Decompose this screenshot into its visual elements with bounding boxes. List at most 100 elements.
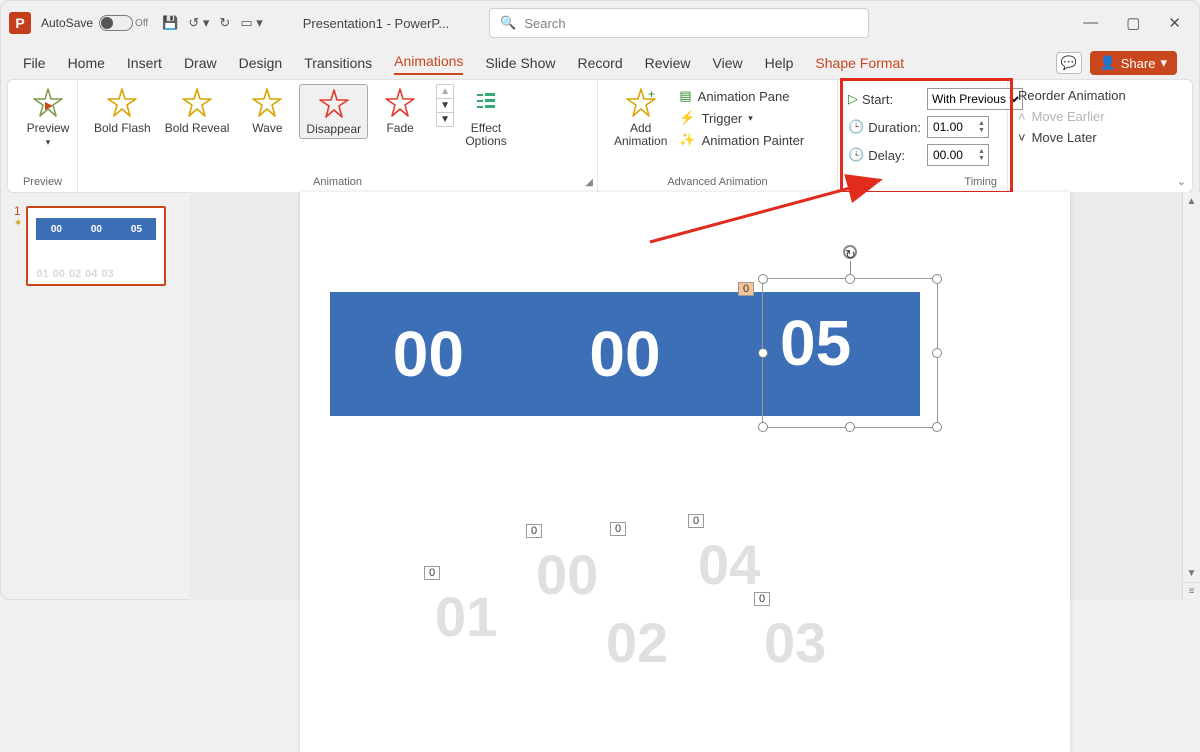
animation-star-icon: ✶ bbox=[14, 218, 22, 229]
effect-disappear[interactable]: Disappear bbox=[299, 84, 368, 139]
effect-bold-reveal[interactable]: Bold Reveal bbox=[159, 84, 236, 139]
tab-transitions[interactable]: Transitions bbox=[304, 55, 372, 75]
duration-input[interactable]: ▲▼ bbox=[927, 116, 989, 138]
gallery-up-icon[interactable]: ▲ bbox=[437, 85, 453, 99]
animation-pane-button[interactable]: ▤Animation Pane bbox=[679, 88, 804, 104]
tab-record[interactable]: Record bbox=[577, 55, 622, 75]
ghost-number[interactable]: 03 bbox=[764, 610, 826, 675]
slideshow-icon[interactable]: ▭ ▾ bbox=[240, 15, 262, 31]
animation-pane-icon: ▤ bbox=[679, 88, 691, 104]
slide-thumbnail[interactable]: 000005 0100020403 bbox=[26, 206, 166, 286]
tab-file[interactable]: File bbox=[23, 55, 46, 75]
autosave-toggle[interactable]: AutoSave Off bbox=[41, 15, 148, 31]
spin-down-icon[interactable]: ▼ bbox=[978, 127, 985, 134]
resize-handle[interactable] bbox=[845, 422, 855, 432]
animation-painter-button[interactable]: ✨Animation Painter bbox=[679, 132, 804, 148]
timer-hours: 00 bbox=[393, 317, 464, 391]
window-controls: — ▢ ✕ bbox=[1083, 14, 1191, 32]
reorder-label: Reorder Animation bbox=[1018, 88, 1126, 103]
resize-handle[interactable] bbox=[758, 348, 768, 358]
group-label-preview: Preview bbox=[18, 176, 67, 190]
star-icon bbox=[317, 87, 351, 121]
scroll-up-icon[interactable]: ▲ bbox=[1183, 192, 1200, 210]
search-box[interactable]: 🔍 Search bbox=[489, 8, 869, 38]
preview-icon bbox=[31, 86, 65, 120]
slide-canvas-area[interactable]: 00 00 05 ↻ 05 0 01 000 00204 003 00 bbox=[190, 192, 1200, 600]
move-earlier-button[interactable]: ˄Move Earlier bbox=[1018, 109, 1126, 124]
resize-handle[interactable] bbox=[845, 274, 855, 284]
move-later-button[interactable]: ˅Move Later bbox=[1018, 130, 1126, 145]
delay-input[interactable]: ▲▼ bbox=[927, 144, 989, 166]
search-placeholder: Search bbox=[524, 16, 565, 31]
tab-animations[interactable]: Animations bbox=[394, 53, 463, 75]
effect-wave[interactable]: Wave bbox=[237, 84, 297, 139]
ribbon: Preview ▾ Preview Bold FlashBold RevealW… bbox=[7, 79, 1193, 193]
comments-button[interactable]: 💬 bbox=[1056, 52, 1082, 74]
tab-insert[interactable]: Insert bbox=[127, 55, 162, 75]
title-bar: P AutoSave Off 💾 ↺ ▾ ↻ ▭ ▾ Presentation1… bbox=[1, 1, 1199, 45]
resize-handle[interactable] bbox=[932, 422, 942, 432]
save-icon[interactable]: 💾 bbox=[162, 15, 178, 31]
redo-icon[interactable]: ↻ bbox=[219, 15, 230, 31]
resize-handle[interactable] bbox=[932, 274, 942, 284]
ghost-number[interactable]: 04 bbox=[698, 532, 760, 597]
tab-help[interactable]: Help bbox=[765, 55, 794, 75]
chevron-down-icon: ▾ bbox=[1160, 55, 1167, 71]
ghost-number[interactable]: 02 bbox=[606, 610, 668, 675]
resize-handle[interactable] bbox=[758, 422, 768, 432]
tab-design[interactable]: Design bbox=[239, 55, 283, 75]
gallery-down-icon[interactable]: ▼ bbox=[437, 99, 453, 113]
effect-options-label: Effect Options bbox=[465, 122, 506, 148]
duration-label: 🕒Duration: bbox=[848, 119, 921, 135]
spin-down-icon[interactable]: ▼ bbox=[978, 155, 985, 162]
ghost-number[interactable]: 01 bbox=[435, 584, 497, 649]
tab-review[interactable]: Review bbox=[645, 55, 691, 75]
quick-access-toolbar: 💾 ↺ ▾ ↻ ▭ ▾ bbox=[162, 15, 263, 31]
close-icon[interactable]: ✕ bbox=[1168, 14, 1181, 32]
share-button[interactable]: 👤 Share ▾ bbox=[1090, 51, 1177, 75]
slide-canvas[interactable]: 00 00 05 ↻ 05 0 01 000 00204 003 00 bbox=[300, 192, 1070, 752]
spin-up-icon[interactable]: ▲ bbox=[978, 148, 985, 155]
trigger-button[interactable]: ⚡Trigger▾ bbox=[679, 110, 804, 126]
spin-up-icon[interactable]: ▲ bbox=[978, 120, 985, 127]
animation-order-tag[interactable]: 0 bbox=[738, 282, 754, 296]
chevron-down-icon: ▾ bbox=[748, 113, 753, 124]
rotate-handle-icon[interactable]: ↻ bbox=[843, 245, 857, 259]
preview-button[interactable]: Preview ▾ bbox=[18, 84, 78, 150]
thumbnail-pane[interactable]: 1 ✶ 000005 0100020403 bbox=[0, 192, 190, 600]
dialog-launcher-icon[interactable]: ◢ bbox=[585, 177, 593, 188]
ribbon-tabs: File Home Insert Draw Design Transitions… bbox=[1, 45, 1199, 75]
collapse-ribbon-icon[interactable]: ⌄ bbox=[1177, 175, 1186, 188]
animation-order-tag[interactable]: 0 bbox=[526, 524, 542, 538]
effect-options-icon bbox=[471, 86, 501, 120]
ghost-number[interactable]: 00 bbox=[536, 542, 598, 607]
delay-label: 🕓Delay: bbox=[848, 147, 921, 163]
maximize-icon[interactable]: ▢ bbox=[1126, 14, 1140, 32]
tab-slideshow[interactable]: Slide Show bbox=[485, 55, 555, 75]
scroll-down-icon[interactable]: ▼ bbox=[1183, 564, 1200, 582]
painter-icon: ✨ bbox=[679, 132, 695, 148]
tab-view[interactable]: View bbox=[713, 55, 743, 75]
animation-order-tag[interactable]: 0 bbox=[754, 592, 770, 606]
animation-order-tag[interactable]: 0 bbox=[424, 566, 440, 580]
timer-seconds[interactable]: 05 bbox=[780, 306, 851, 380]
animation-order-tag[interactable]: 0 bbox=[688, 514, 704, 528]
scroll-end-icon[interactable]: ≡ bbox=[1183, 582, 1200, 600]
tab-draw[interactable]: Draw bbox=[184, 55, 217, 75]
tab-shape-format[interactable]: Shape Format bbox=[815, 55, 904, 75]
resize-handle[interactable] bbox=[932, 348, 942, 358]
effect-fade[interactable]: Fade bbox=[370, 84, 430, 139]
minimize-icon[interactable]: — bbox=[1083, 14, 1098, 32]
tab-home[interactable]: Home bbox=[68, 55, 105, 75]
effect-options-button[interactable]: Effect Options bbox=[456, 84, 516, 150]
toggle-icon[interactable] bbox=[99, 15, 133, 31]
gallery-more-icon[interactable]: ▼ bbox=[437, 113, 453, 126]
undo-icon[interactable]: ↺ ▾ bbox=[188, 15, 209, 31]
resize-handle[interactable] bbox=[758, 274, 768, 284]
group-advanced-animation: + Add Animation ▤Animation Pane ⚡Trigger… bbox=[598, 80, 838, 192]
animation-order-tag[interactable]: 0 bbox=[610, 522, 626, 536]
vertical-scrollbar[interactable]: ▲ ▼ ≡ bbox=[1182, 192, 1200, 600]
effect-bold-flash[interactable]: Bold Flash bbox=[88, 84, 157, 139]
add-animation-button[interactable]: + Add Animation bbox=[608, 84, 673, 150]
autosave-state: Off bbox=[135, 18, 148, 29]
